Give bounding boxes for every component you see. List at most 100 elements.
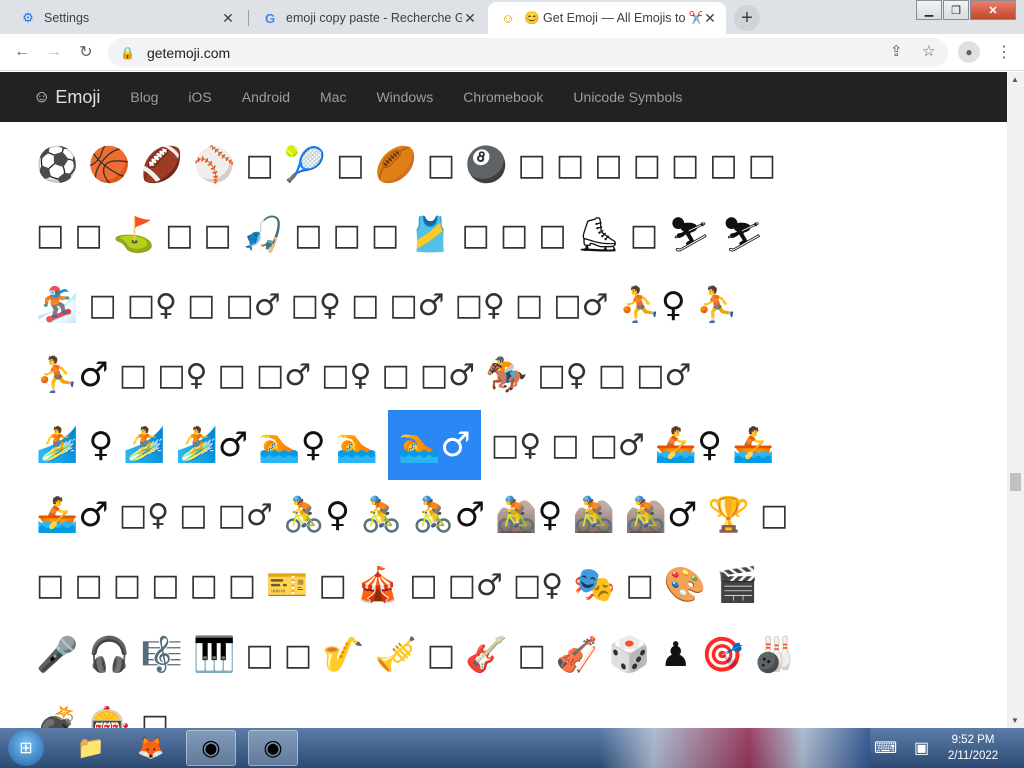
emoji-item[interactable]: 🎭: [573, 555, 615, 615]
emoji-item[interactable]: 🎤: [36, 625, 78, 685]
emoji-item[interactable]: 🎫: [266, 555, 308, 615]
emoji-item[interactable]: 🏄: [36, 415, 78, 475]
file-explorer-icon[interactable]: 📁: [66, 730, 116, 766]
emoji-item[interactable]: 🏄: [123, 415, 165, 475]
emoji-item[interactable]: □: [462, 205, 490, 265]
tab-get-emoji[interactable]: ☺ 😊 Get Emoji — All Emojis to ✂️ C ✕: [488, 2, 726, 34]
tab-google-search[interactable]: G emoji copy paste - Recherche Go ✕: [250, 2, 486, 34]
emoji-item[interactable]: ⛷: [668, 205, 711, 265]
emoji-item[interactable]: □♂: [420, 345, 475, 405]
share-icon[interactable]: ⇪: [890, 42, 903, 60]
emoji-item[interactable]: 🎲: [608, 625, 650, 685]
chrome-icon[interactable]: ◉: [186, 730, 236, 766]
nav-link-android[interactable]: Android: [242, 89, 290, 105]
nav-link-windows[interactable]: Windows: [376, 89, 433, 105]
emoji-item[interactable]: □: [427, 625, 455, 685]
emoji-item[interactable]: □: [36, 205, 64, 265]
emoji-item[interactable]: □: [228, 555, 256, 615]
new-tab-button[interactable]: +: [734, 5, 760, 31]
emoji-item[interactable]: □♀: [513, 555, 563, 615]
emoji-item[interactable]: □♂: [636, 345, 691, 405]
url-text[interactable]: getemoji.com: [147, 45, 230, 61]
emoji-item[interactable]: □: [36, 555, 64, 615]
emoji-item[interactable]: 🚴: [360, 485, 402, 545]
menu-dots-icon[interactable]: ⋮: [996, 42, 1012, 62]
emoji-item[interactable]: 🎹: [193, 625, 235, 685]
profile-avatar-icon[interactable]: ●: [958, 41, 980, 63]
minimize-button[interactable]: ▁: [916, 0, 942, 20]
emoji-item[interactable]: □: [179, 485, 207, 545]
network-icon[interactable]: ▣: [914, 738, 929, 758]
emoji-item[interactable]: 🎨: [664, 555, 706, 615]
close-window-button[interactable]: ✕: [970, 0, 1016, 20]
restore-button[interactable]: ❐: [943, 0, 969, 20]
emoji-item[interactable]: □♀: [455, 275, 505, 335]
emoji-item[interactable]: 🏉: [374, 135, 416, 195]
emoji-item[interactable]: 🎧: [88, 625, 130, 685]
close-icon[interactable]: ✕: [220, 10, 236, 27]
emoji-item[interactable]: 🏄♂: [176, 415, 249, 475]
keyboard-icon[interactable]: ⌨: [874, 738, 897, 758]
emoji-item[interactable]: □♂: [256, 345, 311, 405]
emoji-item[interactable]: □♂: [448, 555, 503, 615]
emoji-item[interactable]: □♀: [127, 275, 177, 335]
emoji-item[interactable]: □: [598, 345, 626, 405]
page-scrollbar[interactable]: ▲ ▼: [1007, 72, 1024, 728]
emoji-item[interactable]: □: [517, 135, 545, 195]
emoji-item[interactable]: □: [427, 135, 455, 195]
emoji-item[interactable]: □: [203, 205, 231, 265]
emoji-item[interactable]: ⛹♂: [36, 345, 109, 405]
emoji-item[interactable]: □: [187, 275, 215, 335]
emoji-item[interactable]: □: [351, 275, 379, 335]
nav-link-ios[interactable]: iOS: [188, 89, 211, 105]
close-icon[interactable]: ✕: [462, 10, 478, 27]
emoji-item[interactable]: □: [294, 205, 322, 265]
emoji-item[interactable]: □: [709, 135, 737, 195]
nav-link-unicode-symbols[interactable]: Unicode Symbols: [573, 89, 682, 105]
emoji-item[interactable]: □♀: [491, 415, 541, 475]
emoji-item[interactable]: 🎯: [701, 625, 743, 685]
emoji-item[interactable]: □: [319, 555, 347, 615]
emoji-item[interactable]: 🏀: [88, 135, 130, 195]
emoji-item[interactable]: 🎱: [465, 135, 507, 195]
emoji-item[interactable]: 🎣: [242, 205, 284, 265]
emoji-item[interactable]: ⛸: [577, 205, 620, 265]
emoji-item[interactable]: □: [500, 205, 528, 265]
emoji-item[interactable]: □♂: [225, 275, 280, 335]
emoji-item[interactable]: 🚣♀: [655, 415, 722, 475]
emoji-item[interactable]: □: [332, 205, 360, 265]
nav-link-blog[interactable]: Blog: [130, 89, 158, 105]
emoji-item[interactable]: □: [74, 555, 102, 615]
emoji-item[interactable]: 🎪: [357, 555, 399, 615]
emoji-item[interactable]: □: [119, 345, 147, 405]
firefox-icon[interactable]: 🦊: [126, 730, 176, 766]
emoji-item[interactable]: □: [371, 205, 399, 265]
emoji-item[interactable]: □♀: [157, 345, 207, 405]
scroll-down-arrow-icon[interactable]: ▼: [1011, 716, 1019, 725]
emoji-item[interactable]: □: [218, 345, 246, 405]
emoji-item[interactable]: □: [633, 135, 661, 195]
emoji-item[interactable]: 🎽: [409, 205, 451, 265]
emoji-item[interactable]: ♟: [661, 625, 691, 685]
emoji-item[interactable]: ⛷: [721, 205, 764, 265]
emoji-item[interactable]: 🏊: [336, 415, 378, 475]
emoji-item[interactable]: 🚵♀: [495, 485, 562, 545]
emoji-item[interactable]: □: [189, 555, 217, 615]
nav-link-chromebook[interactable]: Chromebook: [463, 89, 543, 105]
emoji-item[interactable]: 🚴♂: [412, 485, 485, 545]
emoji-item[interactable]: □: [671, 135, 699, 195]
emoji-item[interactable]: 🏇: [485, 345, 527, 405]
emoji-item[interactable]: □: [151, 555, 179, 615]
emoji-item[interactable]: 🎰: [88, 695, 130, 728]
emoji-item[interactable]: □: [74, 205, 102, 265]
emoji-item[interactable]: 🎳: [753, 625, 795, 685]
emoji-item[interactable]: 🎷: [322, 625, 364, 685]
emoji-item[interactable]: 🚵♂: [625, 485, 698, 545]
emoji-item[interactable]: □♂: [389, 275, 444, 335]
emoji-item[interactable]: □♀: [321, 345, 371, 405]
emoji-item[interactable]: ⛳: [113, 205, 155, 265]
emoji-item[interactable]: □: [284, 625, 312, 685]
scrollbar-thumb[interactable]: [1010, 473, 1021, 491]
scroll-up-arrow-icon[interactable]: ▲: [1011, 75, 1019, 84]
reload-icon[interactable]: ↻: [76, 42, 96, 62]
